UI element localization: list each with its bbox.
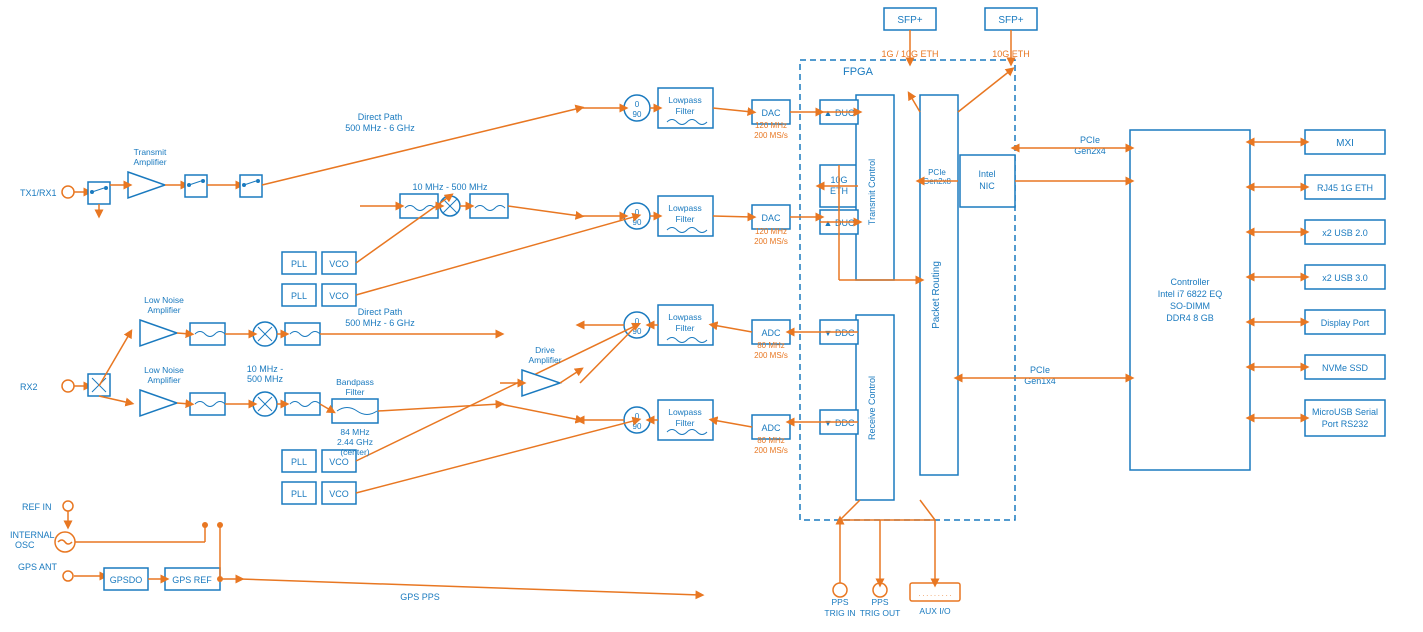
adc2-freq: 80 MHz: [757, 436, 785, 445]
nvme-label: NVMe SSD: [1322, 363, 1369, 373]
svg-text:Filter: Filter: [346, 387, 365, 397]
dac1-freq: 120 MHz: [755, 121, 787, 130]
pcie-gen1x4-label-text: PCIe: [1030, 365, 1050, 375]
svg-text:Amplifier: Amplifier: [147, 305, 180, 315]
tx1-rx1-label: TX1/RX1: [20, 188, 57, 198]
freq-10-500-label1: 10 MHz - 500 MHz: [412, 182, 488, 192]
fpga-label: FPGA: [843, 66, 874, 78]
mixer-rx-upper-0: 0: [635, 317, 640, 326]
intel-nic-label: Intel: [978, 169, 995, 179]
svg-text:TRIG OUT: TRIG OUT: [860, 608, 901, 618]
receive-control-label: Receive Control: [867, 376, 877, 440]
eth-10g-label: 10G ETH: [992, 49, 1030, 59]
lpf2-line2: Filter: [676, 214, 695, 224]
eth-1g-10g-label: 1G / 10G ETH: [881, 49, 938, 59]
direct-path-1-label: Direct Path: [358, 112, 403, 122]
vco4-label: VCO: [329, 489, 349, 499]
internal-osc-label: INTERNAL: [10, 530, 55, 540]
controller-line2: Intel i7 6822 EQ: [1158, 289, 1223, 299]
rx2-label: RX2: [20, 382, 38, 392]
lpf3-line1: Lowpass: [668, 312, 702, 322]
lpf1-line1: Lowpass: [668, 95, 702, 105]
controller-line4: DDR4 8 GB: [1166, 313, 1214, 323]
transmit-control-label: Transmit Control: [867, 159, 877, 225]
dac2-freq: 120 MHz: [755, 227, 787, 236]
mixer-tx-lower-90: 90: [633, 218, 642, 227]
svg-text:Amplifier: Amplifier: [147, 375, 180, 385]
lpf3-line2: Filter: [676, 323, 695, 333]
adc1-freq: 80 MHz: [757, 341, 785, 350]
sfp-plus-1-label: SFP+: [897, 15, 922, 26]
lpf2-line1: Lowpass: [668, 203, 702, 213]
aux-io-dots: . . . . . . . . .: [918, 591, 951, 598]
svg-text:TRIG IN: TRIG IN: [824, 608, 855, 618]
lna2-label-text: Low Noise: [144, 365, 184, 375]
aux-io-label: AUX I/O: [919, 606, 951, 616]
dac2-rate: 200 MS/s: [754, 237, 788, 246]
direct-path-2-label: Direct Path: [358, 307, 403, 317]
svg-text:Amplifier: Amplifier: [528, 355, 561, 365]
bandpass-filter-label: Bandpass: [336, 377, 374, 387]
mixer-tx-upper-0: 0: [635, 100, 640, 109]
pll4-label: PLL: [291, 489, 307, 499]
pll1-label: PLL: [291, 259, 307, 269]
pcie-gen2x4-label: PCIe: [1080, 135, 1100, 145]
controller-line1: Controller: [1170, 277, 1209, 287]
sfp-plus-2-label: SFP+: [998, 15, 1023, 26]
controller-line3: SO-DIMM: [1170, 301, 1210, 311]
gps-ant-label: GPS ANT: [18, 562, 58, 572]
pll2-label: PLL: [291, 291, 307, 301]
freq-84-244-label: 84 MHz: [340, 427, 369, 437]
drive-amp-label: Drive: [535, 345, 555, 355]
usb2-label: x2 USB 2.0: [1322, 228, 1368, 238]
adc1-label: ADC: [761, 328, 781, 338]
transmit-amp-label2: Amplifier: [133, 157, 166, 167]
ref-in-label: REF IN: [22, 502, 52, 512]
dac1-rate: 200 MS/s: [754, 131, 788, 140]
adc2-label: ADC: [761, 423, 781, 433]
duc1-label: ▲ DUC: [824, 108, 855, 118]
lpf4-line1: Lowpass: [668, 407, 702, 417]
adc2-rate: 200 MS/s: [754, 446, 788, 455]
usb3-label: x2 USB 3.0: [1322, 273, 1368, 283]
gpsdo-box-label: GPSDO: [110, 575, 143, 585]
lpf1-line2: Filter: [676, 106, 695, 116]
freq-10-500-rx2: 10 MHz -: [247, 364, 284, 374]
adc1-rate: 200 MS/s: [754, 351, 788, 360]
packet-routing-label: Packet Routing: [931, 261, 942, 329]
lna1-label-text: Low Noise: [144, 295, 184, 305]
svg-text:500 MHz - 6 GHz: 500 MHz - 6 GHz: [345, 123, 415, 133]
transmit-amp-label: Transmit: [134, 147, 167, 157]
gps-pps-label: GPS PPS: [400, 592, 440, 602]
mixer-tx-upper-90: 90: [633, 110, 642, 119]
svg-text:2.44 GHz: 2.44 GHz: [337, 437, 373, 447]
pps-trig-in-label: PPS: [831, 597, 848, 607]
block-diagram: FPGA SFP+ SFP+ 1G / 10G ETH 10G ETH Pack…: [0, 0, 1423, 632]
pps-trig-out-label: PPS: [871, 597, 888, 607]
ddc2-label: ▼ DDC: [824, 418, 855, 428]
pcie-gen2x8-label: PCIe: [928, 168, 946, 177]
svg-text:OSC: OSC: [15, 540, 35, 550]
gps-ref-label: GPS REF: [172, 575, 212, 585]
svg-text:(center): (center): [340, 447, 369, 457]
microusb-line1: MicroUSB Serial: [1312, 407, 1378, 417]
vco3-label: VCO: [329, 457, 349, 467]
svg-text:500 MHz - 6 GHz: 500 MHz - 6 GHz: [345, 318, 415, 328]
svg-text:500 MHz: 500 MHz: [247, 374, 284, 384]
vco2-label: VCO: [329, 291, 349, 301]
dac2-label: DAC: [761, 213, 781, 223]
pll3-label: PLL: [291, 457, 307, 467]
dac1-label: DAC: [761, 108, 781, 118]
microusb-line2: Port RS232: [1322, 419, 1369, 429]
fpga-boundary: [800, 60, 1015, 520]
rj45-label: RJ45 1G ETH: [1317, 183, 1373, 193]
display-port-label: Display Port: [1321, 318, 1370, 328]
mixer-rx-lower-90: 90: [633, 422, 642, 431]
vco1-label: VCO: [329, 259, 349, 269]
ddc1-label: ▼ DDC: [824, 328, 855, 338]
mxi-label: MXI: [1336, 138, 1354, 149]
svg-text:NIC: NIC: [979, 181, 995, 191]
lpf4-line2: Filter: [676, 418, 695, 428]
